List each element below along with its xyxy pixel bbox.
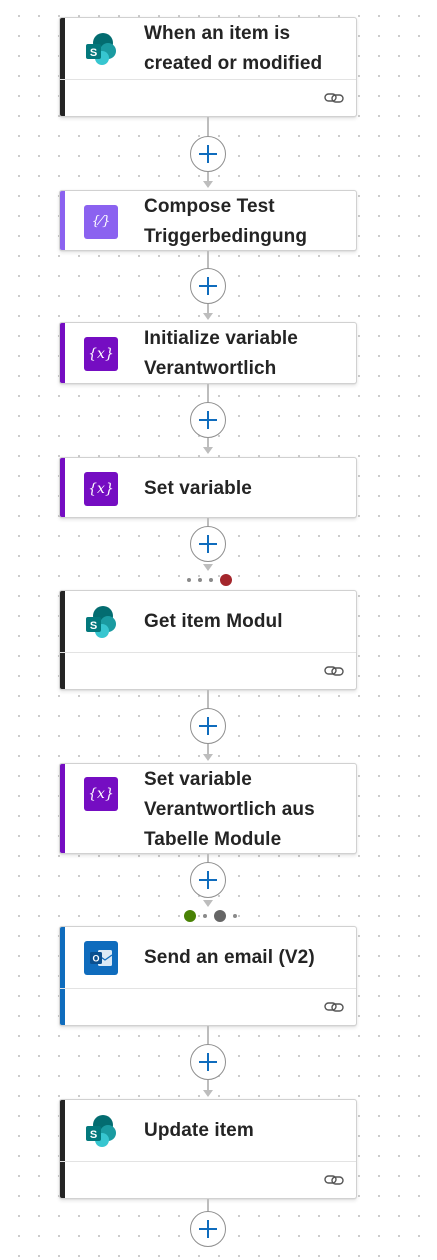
step-card-get-item[interactable]: S Get item Modul: [59, 590, 357, 690]
arrow-down-icon: [203, 754, 213, 761]
plus-icon: [199, 411, 217, 429]
step-card-compose[interactable]: {⁄} Compose Test Triggerbedingung: [59, 190, 357, 251]
run-status-indicator: [184, 910, 244, 922]
compose-icon: {⁄}: [84, 204, 118, 239]
add-step-button[interactable]: [190, 1211, 226, 1247]
connection-link-icon[interactable]: [324, 1173, 344, 1187]
failed-status-dot: [220, 574, 232, 586]
sharepoint-icon: S: [84, 32, 118, 66]
connection-link-icon[interactable]: [324, 664, 344, 678]
arrow-down-icon: [203, 313, 213, 320]
svg-text:O: O: [92, 953, 99, 963]
step-card-update-item[interactable]: S Update item: [59, 1099, 357, 1199]
svg-text:S: S: [90, 47, 97, 59]
step-card-send-email[interactable]: O Send an email (V2): [59, 926, 357, 1026]
step-card-initialize-variable[interactable]: {x} Initialize variable Verantwortlich: [59, 322, 357, 384]
arrow-down-icon: [203, 181, 213, 188]
step-title: Set variable: [144, 477, 252, 499]
step-title: Update item: [144, 1119, 254, 1141]
plus-icon: [199, 277, 217, 295]
variable-icon: {x}: [84, 337, 118, 371]
plus-icon: [199, 1053, 217, 1071]
success-status-dot: [184, 910, 196, 922]
add-step-button[interactable]: [190, 136, 226, 172]
plus-icon: [199, 145, 217, 163]
add-step-button[interactable]: [190, 708, 226, 744]
variable-icon: {x}: [84, 471, 118, 506]
arrow-down-icon: [203, 1090, 213, 1097]
run-status-indicator: [187, 574, 239, 586]
svg-text:S: S: [90, 620, 97, 632]
svg-text:S: S: [90, 1129, 97, 1141]
step-title: When an item is created or modified: [144, 22, 323, 74]
card-accent-bar: [60, 458, 65, 517]
step-card-trigger[interactable]: S When an item is created or modified: [59, 17, 357, 117]
sharepoint-icon: S: [84, 1114, 118, 1148]
skipped-status-dot: [214, 910, 226, 922]
step-title: Compose Test Triggerbedingung: [144, 195, 308, 247]
add-step-button[interactable]: [190, 526, 226, 562]
plus-icon: [199, 535, 217, 553]
step-title: Send an email (V2): [144, 946, 315, 968]
connection-link-icon[interactable]: [324, 1000, 344, 1014]
step-title: Get item Modul: [144, 610, 283, 632]
outlook-icon: O: [84, 940, 118, 975]
arrow-down-icon: [203, 900, 213, 907]
connection-link-icon[interactable]: [324, 91, 344, 105]
card-accent-bar: [60, 191, 65, 250]
plus-icon: [199, 1220, 217, 1238]
add-step-button[interactable]: [190, 402, 226, 438]
step-card-set-variable[interactable]: {x} Set variable: [59, 457, 357, 518]
add-step-button[interactable]: [190, 1044, 226, 1080]
sharepoint-icon: S: [84, 605, 118, 639]
add-step-button[interactable]: [190, 862, 226, 898]
arrow-down-icon: [203, 447, 213, 454]
step-title: Initialize variable Verantwortlich: [144, 328, 298, 379]
plus-icon: [199, 717, 217, 735]
card-accent-bar: [60, 323, 65, 383]
variable-icon: {x}: [84, 777, 118, 811]
arrow-down-icon: [203, 564, 213, 571]
step-title: Set variable Verantwortlich aus Tabelle …: [144, 768, 315, 850]
card-accent-bar: [60, 764, 65, 853]
step-card-set-variable-module[interactable]: {x} Set variable Verantwortlich aus Tabe…: [59, 763, 357, 854]
add-step-button[interactable]: [190, 268, 226, 304]
plus-icon: [199, 871, 217, 889]
